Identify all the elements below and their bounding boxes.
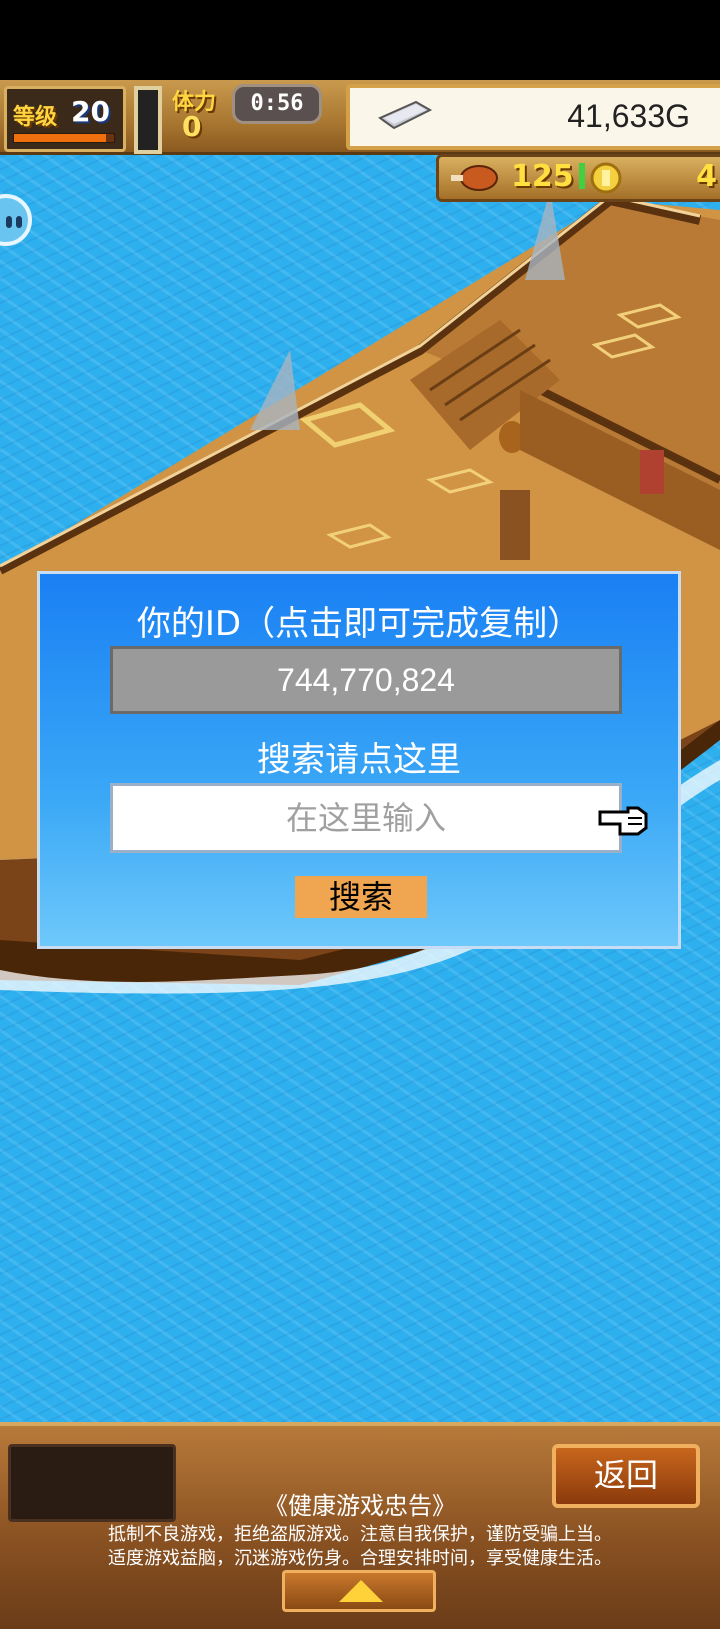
meat-count: 125 [511, 159, 574, 194]
gold-panel[interactable]: 41,633G [346, 84, 720, 150]
silver-ingot-icon [377, 100, 432, 130]
stamina-gauge [134, 86, 162, 154]
level-label: 等级 [13, 105, 58, 130]
search-hint-label: 搜索请点这里 [257, 740, 461, 780]
expand-menu-button[interactable] [282, 1570, 436, 1612]
pointing-hand-icon [598, 806, 648, 836]
stamina-timer: 0:56 [232, 84, 322, 124]
level-panel: 等级 20 [4, 86, 126, 152]
coin-icon [590, 162, 622, 194]
hud-bar: 等级 20 体力 0 0:56 41,633G [0, 80, 720, 155]
level-value: 20 [71, 95, 110, 128]
id-search-dialog: 你的ID（点击即可完成复制） 744,770,824 搜索请点这里 搜索 [37, 571, 681, 949]
meat-gauge [579, 163, 585, 189]
level-progress-bar [13, 133, 115, 143]
health-notice-line: 适度游戏益脑，沉迷游戏伤身。合理安排时间，享受健康生活。 [108, 1548, 612, 1569]
health-notice-title: 《健康游戏忠告》 [264, 1492, 456, 1520]
user-id-copy-box[interactable]: 744,770,824 [110, 646, 622, 714]
stamina-value: 0 [182, 110, 202, 143]
resource-bar: 125 4 [436, 154, 720, 202]
bottom-panel: 返回 《健康游戏忠告》 抵制不良游戏，拒绝盗版游戏。注意自我保护，谨防受骗上当。… [0, 1422, 720, 1629]
gold-amount: 41,633G [567, 98, 690, 134]
level-progress-fill [14, 134, 106, 142]
dialog-title: 你的ID（点击即可完成复制） [136, 604, 582, 644]
meat-icon [451, 165, 498, 191]
coin-count: 4 [696, 159, 717, 194]
search-input[interactable] [110, 783, 622, 853]
health-notice-line: 抵制不良游戏，拒绝盗版游戏。注意自我保护，谨防受骗上当。 [108, 1524, 612, 1545]
status-bar-area [0, 0, 720, 80]
search-button[interactable]: 搜索 [295, 876, 427, 918]
